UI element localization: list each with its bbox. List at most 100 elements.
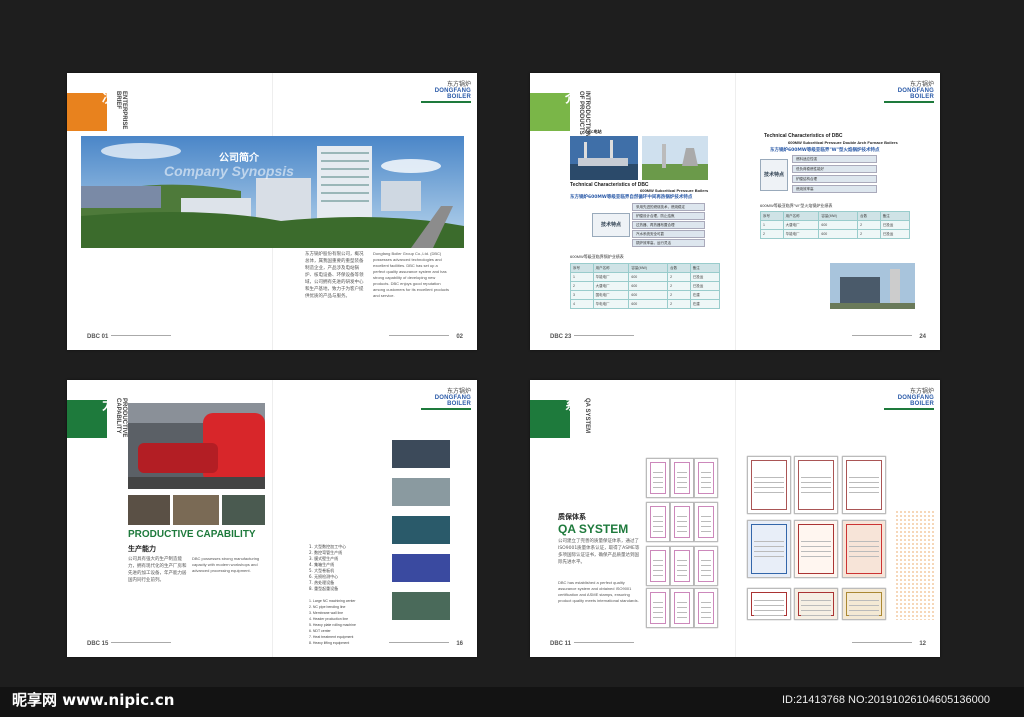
left-heading-cn: 东方锅炉600MW等级亚临界自然循环中间再热锅炉技术特点: [570, 195, 693, 200]
table-cell: 在建: [689, 299, 721, 309]
right-table-title: 600MW等级亚临界"W"型火焰锅炉业绩表: [760, 203, 833, 208]
certificate-image: [794, 456, 838, 514]
body-text-cn: 公司建立了完善的质量保证体系，通过了ISO9001质量体系认证，取得了ASME等…: [558, 539, 640, 565]
certificate-image: [646, 546, 670, 586]
folio-right: 12: [919, 641, 926, 647]
certificate-image: [794, 588, 838, 620]
table-row: 2 大唐电厂 600 2 已投运: [570, 281, 721, 291]
table-row: 1 华能电厂 600 2 已投运: [570, 272, 721, 282]
logo-en: DONGFANG BOILER: [434, 395, 471, 407]
brand-logo: 东方锅炉 DONGFANG BOILER: [884, 79, 934, 103]
body-text-cn: 公司具有强大的生产制造能力，拥有现代化的生产厂房和先进的加工设备，年产能力居国内…: [128, 557, 187, 583]
table-row: 序号 用户名称 容量(MW) 台数 备注: [760, 211, 911, 221]
table-cell: 已投运: [879, 220, 911, 230]
table-cell: 台数: [857, 211, 881, 221]
certificate-image: [794, 520, 838, 578]
plant-photo-1: [570, 136, 638, 180]
table-cell: 容量(MW): [818, 211, 859, 221]
table-cell: 2: [667, 299, 691, 309]
table-cell: 已投运: [689, 281, 721, 291]
table-cell: 2: [760, 229, 784, 239]
table-cell: 600: [818, 220, 859, 230]
table-cell: 用户名称: [782, 211, 820, 221]
certificate-image: [670, 502, 694, 542]
table-row: 2 华能电厂 600 2 已投运: [760, 229, 911, 239]
workshop-photo-2: [392, 478, 450, 506]
spread-enterprise-brief: 企业概况 ENTERPRISE BRIEF 东方锅炉 DONGFANG BOIL…: [67, 73, 477, 350]
certificate-image: [670, 588, 694, 628]
body-text-en: DBC possesses strong manufacturing capac…: [192, 556, 260, 573]
feature-item: 燃料适应性强: [792, 155, 877, 163]
heading-cn: 生产能力: [128, 545, 156, 553]
logo-cn: 东方锅炉: [909, 388, 934, 395]
left-performance-table: 序号 用户名称 容量(MW) 台数 备注 1 华能电厂 600 2 已投运 2 大唐电厂 600 2 已投运…: [570, 263, 721, 309]
body-text-cn: 东方锅炉股份有限公司，概况总体，属我国重要的重型装备制造企业，产品涉及电站锅炉、…: [305, 252, 364, 299]
table-cell: 用户名称: [592, 263, 630, 273]
boiler-construction-photo: [830, 263, 915, 309]
certificate-image: [646, 502, 670, 542]
table-cell: 国电电厂: [592, 290, 630, 300]
certificate-image: [694, 588, 718, 628]
table-cell: 在建: [689, 290, 721, 300]
table-row: 1 大唐电厂 600 2 已投运: [760, 220, 911, 230]
workshop-photo-4: [392, 554, 450, 582]
feature-box-right: 技术特点: [760, 159, 788, 191]
feature-item: 锅炉效率高，运行灵活: [632, 239, 705, 247]
feature-item: 采用先进的燃烧技术，燃烧稳定: [632, 203, 705, 211]
section-title-en: ENTERPRISE BRIEF: [115, 91, 127, 130]
brand-logo: 东方锅炉 DONGFANG BOILER: [421, 386, 471, 410]
table-cell: 2: [667, 290, 691, 300]
left-table-title: 600MW等级亚临界锅炉业绩表: [570, 254, 624, 259]
workshop-photo-3: [392, 516, 450, 544]
capability-list-cn: 1. 大型数控加工中心 2. 数控弯管生产线 3. 膜式壁生产线 4. 集箱生产线 5.…: [309, 544, 371, 592]
spread-productive-capability: 生产能力 PRODUCTIVE CAPABILITY 东方锅炉 DONGFANG…: [67, 380, 477, 657]
logo-cn: 东方锅炉: [446, 388, 471, 395]
spread-products: 产品简介 INTRODUCTION OF PRODUCTS 东方锅炉 DONGF…: [530, 73, 940, 350]
spread-qa-system: 质保体系 QA SYSTEM 东方锅炉 DONGFANG BOILER 质保体系…: [530, 380, 940, 657]
left-sub-en: 600MW Subcritical Pressure Boilers: [640, 188, 709, 193]
section-title-en: QA SYSTEM: [584, 398, 590, 434]
table-cell: 2: [667, 272, 691, 282]
table-cell: 600: [628, 290, 669, 300]
watermark-id: ID:21413768 NO:20191026104605136000: [782, 694, 990, 706]
feature-box: 技术特点: [592, 213, 630, 237]
factory-thumb-2: [173, 495, 219, 525]
table-cell: 容量(MW): [628, 263, 669, 273]
capability-list-en: 1. Large NC machining center 2. NC pipe b…: [309, 598, 379, 646]
right-heading-cn: 东方锅炉600MW等级亚临界"W"型火焰锅炉技术特点: [770, 148, 880, 153]
certificate-image: [646, 588, 670, 628]
table-cell: 序号: [570, 263, 594, 273]
table-cell: 大唐电厂: [592, 281, 630, 291]
brand-logo: 东方锅炉 DONGFANG BOILER: [884, 386, 934, 410]
table-cell: 已投运: [879, 229, 911, 239]
company-banner-photo: [81, 136, 464, 248]
list-item: 8. 重型起重设备: [309, 586, 339, 591]
factory-thumb-3: [222, 495, 265, 525]
logo-cn: 东方锅炉: [446, 81, 471, 88]
page-fold: [272, 380, 273, 657]
certificate-image: [694, 502, 718, 542]
body-text-en: DBC has established a perfect quality as…: [558, 580, 639, 603]
certificate-image: [842, 456, 886, 514]
workshop-photo-1: [392, 440, 450, 468]
brand-logo: 东方锅炉 DONGFANG BOILER: [421, 79, 471, 103]
body-text-en: Dongfang Boiler Group Co.,Ltd. (DBC) pos…: [373, 251, 450, 298]
certificate-image: [670, 458, 694, 498]
table-cell: 序号: [760, 211, 784, 221]
table-cell: 备注: [689, 263, 721, 273]
table-cell: 600: [628, 299, 669, 309]
certificate-image: [670, 546, 694, 586]
right-performance-table: 序号 用户名称 容量(MW) 台数 备注 1 大唐电厂 600 2 已投运 2 华能电厂 600 2 已投运: [760, 211, 911, 239]
table-row: 3 国电电厂 600 2 在建: [570, 290, 721, 300]
right-sub-en: 600MW Subcritical Pressure Double Arch F…: [788, 140, 898, 145]
certificate-image: [747, 520, 791, 578]
certificate-image: [694, 546, 718, 586]
workshop-photo-5: [392, 592, 450, 620]
table-cell: 华电电厂: [592, 299, 630, 309]
page-fold: [735, 380, 736, 657]
watermark-site: 昵享网 www.nipic.cn: [12, 691, 175, 709]
table-cell: 台数: [667, 263, 691, 273]
left-heading-en: Technical Characteristics of DBC: [570, 182, 649, 188]
table-cell: 4: [570, 299, 594, 309]
plant-photo-2: [642, 136, 708, 180]
